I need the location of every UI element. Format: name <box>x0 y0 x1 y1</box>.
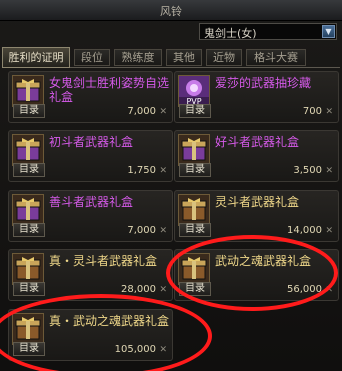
character-class-select[interactable]: 鬼剑士(女) ▼ <box>199 23 337 40</box>
currency-icon: ✕ <box>159 285 167 295</box>
catalog-button[interactable]: 目录 <box>13 104 45 118</box>
shop-window: 风铃 鬼剑士(女) ▼ 胜利的证明 段位 熟练度 其他 近物 格斗大赛 女鬼剑士… <box>0 0 342 371</box>
item-price: 7,000 <box>127 225 156 236</box>
tab-label: 熟练度 <box>121 51 155 64</box>
chest-icon[interactable] <box>178 134 210 166</box>
currency-icon: ✕ <box>325 166 333 176</box>
item-name: 爱莎的武器抽珍藏 <box>215 76 312 90</box>
title-bar[interactable]: 风铃 <box>0 0 342 21</box>
item-name: 初斗者武器礼盒 <box>49 135 134 149</box>
chest-icon[interactable] <box>12 194 44 226</box>
tab-bar: 胜利的证明 段位 熟练度 其他 近物 格斗大赛 <box>2 47 340 68</box>
tab-label: 近物 <box>213 51 235 64</box>
currency-icon: ✕ <box>159 226 167 236</box>
catalog-button[interactable]: 目录 <box>179 104 211 118</box>
gift-box-icon[interactable] <box>12 75 44 107</box>
tab-other[interactable]: 其他 <box>166 49 202 66</box>
chest-icon[interactable] <box>12 253 44 285</box>
item-name: 灵斗者武器礼盒 <box>215 195 300 209</box>
catalog-button[interactable]: 目录 <box>13 223 45 237</box>
currency-icon: ✕ <box>159 166 167 176</box>
tab-label: 胜利的证明 <box>8 51 64 64</box>
item-card[interactable]: 女鬼剑士胜利姿势自选礼盒 目录 7,000 ✕ <box>8 71 173 123</box>
item-name: 善斗者武器礼盒 <box>49 195 134 209</box>
tab-label: 格斗大赛 <box>254 51 298 64</box>
item-price: 3,500 <box>293 165 322 176</box>
item-card[interactable]: PVP 爱莎的武器抽珍藏 目录 700 ✕ <box>174 71 339 123</box>
chevron-down-icon[interactable]: ▼ <box>322 25 335 38</box>
catalog-button[interactable]: 目录 <box>179 163 211 177</box>
item-price: 700 <box>302 106 322 117</box>
highlight-circle <box>0 294 212 371</box>
item-card[interactable]: 好斗者武器礼盒 目录 3,500 ✕ <box>174 130 339 182</box>
item-price: 14,000 <box>287 225 322 236</box>
item-card[interactable]: 善斗者武器礼盒 目录 7,000 ✕ <box>8 190 173 242</box>
currency-icon: ✕ <box>159 107 167 117</box>
item-card[interactable]: 初斗者武器礼盒 目录 1,750 ✕ <box>8 130 173 182</box>
tab-rank[interactable]: 段位 <box>74 49 110 66</box>
tab-label: 段位 <box>81 51 103 64</box>
item-name: 真・灵斗者武器礼盒 <box>49 254 158 268</box>
character-class-value: 鬼剑士(女) <box>204 27 257 40</box>
tab-victory-proof[interactable]: 胜利的证明 <box>2 47 70 68</box>
tab-tournament[interactable]: 格斗大赛 <box>246 49 306 66</box>
window-title: 风铃 <box>160 5 182 18</box>
tab-proficiency[interactable]: 熟练度 <box>114 49 162 66</box>
tab-label: 其他 <box>173 51 195 64</box>
catalog-button[interactable]: 目录 <box>13 163 45 177</box>
pvp-card-icon[interactable]: PVP <box>178 75 210 107</box>
item-name: 女鬼剑士胜利姿势自选礼盒 <box>49 76 170 104</box>
highlight-circle <box>166 235 338 311</box>
item-name: 好斗者武器礼盒 <box>215 135 300 149</box>
item-price: 7,000 <box>127 106 156 117</box>
currency-icon: ✕ <box>325 107 333 117</box>
catalog-button[interactable]: 目录 <box>13 282 45 296</box>
tab-recent[interactable]: 近物 <box>206 49 242 66</box>
chest-icon[interactable] <box>178 194 210 226</box>
currency-icon: ✕ <box>325 226 333 236</box>
chest-icon[interactable] <box>12 134 44 166</box>
item-price: 1,750 <box>127 165 156 176</box>
catalog-button[interactable]: 目录 <box>179 223 211 237</box>
